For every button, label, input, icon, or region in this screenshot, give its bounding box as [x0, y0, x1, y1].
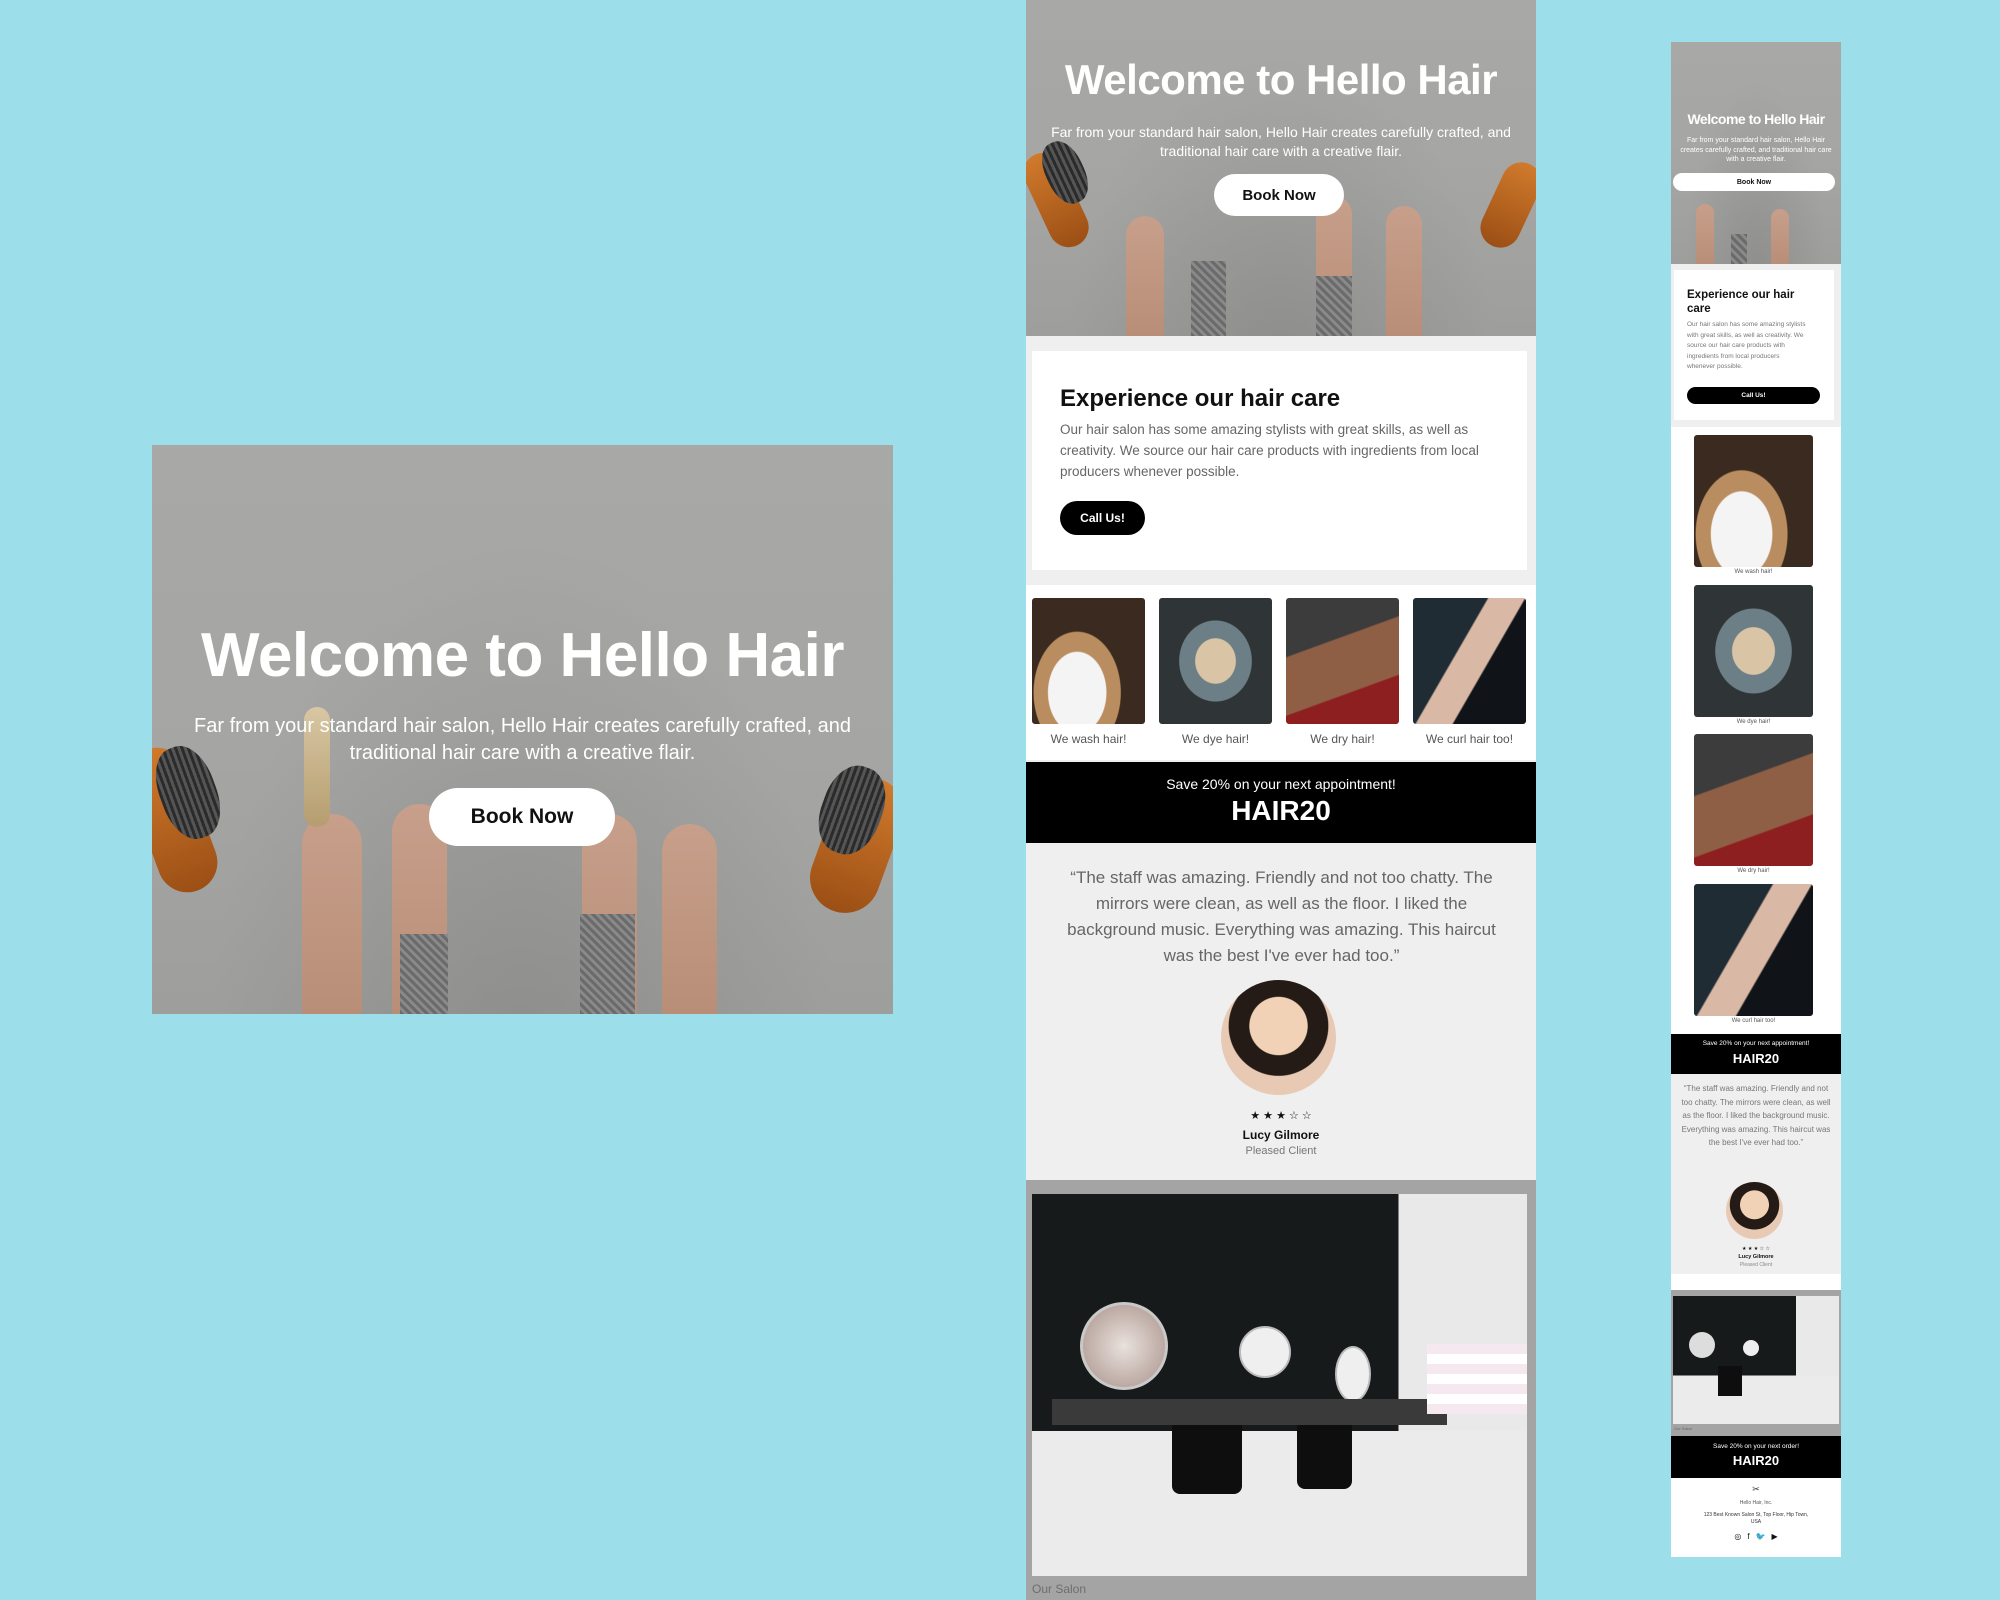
promo-text: Save 20% on your next order!	[1713, 1443, 1799, 1450]
services-stack: We wash hair! We dye hair! We dry hair! …	[1671, 427, 1841, 1037]
testimonial-section: “The staff was amazing. Friendly and not…	[1026, 843, 1536, 1180]
footer: ✂ Hello Hair, Inc. 123 Best Known Salon …	[1671, 1478, 1841, 1557]
tablet-preview: Welcome to Hello Hair Far from your stan…	[1026, 0, 1536, 1600]
sleeve-image	[580, 914, 635, 1014]
hairbrush-image	[1473, 155, 1536, 255]
book-now-button[interactable]: Book Now	[1673, 173, 1835, 191]
footer-social: ◎ f 🐦 ▶	[1671, 1532, 1841, 1541]
about-body: Our hair salon has some amazing stylists…	[1687, 321, 1806, 370]
sleeve-image	[1316, 276, 1352, 336]
hero-subtitle: Far from your standard hair salon, Hello…	[1051, 124, 1511, 159]
service-caption: We dry hair!	[1737, 868, 1770, 874]
gallery-caption: Our Salon	[1032, 1582, 1087, 1596]
curl-photo	[1694, 884, 1813, 1016]
hero-subtitle: Far from your standard hair salon, Hello…	[194, 715, 851, 764]
counter-image	[1052, 1399, 1447, 1425]
hand-image	[1386, 206, 1422, 336]
tablet-hero: Welcome to Hello Hair Far from your stan…	[1026, 0, 1536, 336]
footer-company: Hello Hair, Inc.	[1739, 1500, 1773, 1506]
dye-photo	[1694, 585, 1813, 717]
youtube-icon[interactable]: ▶	[1772, 1532, 1778, 1541]
client-role: Pleased Client	[1739, 1262, 1773, 1268]
hand-image	[1696, 204, 1714, 264]
promo-code: HAIR20	[1732, 1453, 1780, 1468]
salon-chair-image	[1297, 1419, 1352, 1489]
services-strip: We wash hair! We dye hair! We dry hair! …	[1026, 585, 1536, 760]
sleeve-image	[1731, 234, 1747, 264]
testimonial-section: “The staff was amazing. Friendly and not…	[1671, 1074, 1841, 1274]
service-caption: We curl hair too!	[1425, 732, 1514, 746]
client-name: Lucy Gilmore	[1242, 1128, 1320, 1142]
mobile-hero: Welcome to Hello Hair Far from your stan…	[1671, 42, 1841, 264]
about-card: Experience our hair care Our hair salon …	[1032, 351, 1527, 570]
service-caption: We dry hair!	[1310, 732, 1375, 746]
rating-stars: ★ ★ ★ ☆ ☆	[1250, 1110, 1312, 1122]
mirror-image	[1335, 1346, 1371, 1402]
mirror-image	[1080, 1302, 1168, 1390]
rating-stars: ★ ★ ★ ☆ ☆	[1742, 1246, 1770, 1252]
about-body: Our hair salon has some amazing stylists…	[1060, 422, 1479, 479]
twitter-icon[interactable]: 🐦	[1756, 1532, 1766, 1541]
salon-photo	[1673, 1296, 1839, 1424]
client-role: Pleased Client	[1245, 1145, 1317, 1157]
promo-code: HAIR20	[1231, 795, 1331, 826]
scissors-logo-icon: ✂	[1752, 1484, 1760, 1494]
shelf-image	[1427, 1344, 1527, 1414]
book-now-button[interactable]: Book Now	[429, 788, 615, 846]
wash-photo	[1694, 435, 1813, 567]
hero-title: Welcome to Hello Hair	[1064, 56, 1498, 103]
client-name: Lucy Gilmore	[1738, 1254, 1774, 1260]
sleeve-image	[1191, 261, 1226, 336]
service-caption: We curl hair too!	[1731, 1018, 1776, 1024]
promo-code: HAIR20	[1732, 1051, 1780, 1066]
call-us-button[interactable]: Call Us!	[1060, 501, 1145, 535]
salon-photo	[1032, 1194, 1527, 1576]
client-avatar	[1221, 980, 1336, 1095]
curl-photo	[1413, 598, 1526, 724]
hero-title: Welcome to Hello Hair	[201, 621, 844, 690]
mobile-preview: Welcome to Hello Hair Far from your stan…	[1671, 42, 1841, 1557]
facebook-icon[interactable]: f	[1747, 1532, 1749, 1541]
promo-banner-2: Save 20% on your next order! HAIR20	[1671, 1436, 1841, 1478]
mirror-image	[1689, 1332, 1715, 1358]
about-card: Experience our hair care Our hair salon …	[1674, 270, 1834, 420]
gallery-section: Our Salon	[1026, 1180, 1536, 1600]
mirror-image	[1239, 1326, 1291, 1378]
promo-banner: Save 20% on your next appointment! HAIR2…	[1671, 1034, 1841, 1074]
salon-chair-image	[1718, 1366, 1742, 1396]
desktop-hero: Welcome to Hello Hair Far from your stan…	[152, 445, 893, 1014]
call-us-button[interactable]: Call Us!	[1687, 387, 1820, 404]
hand-image	[1771, 209, 1789, 264]
wash-photo	[1032, 598, 1145, 724]
sleeve-image	[400, 934, 448, 1014]
dry-photo	[1286, 598, 1399, 724]
service-caption: We wash hair!	[1734, 569, 1773, 575]
service-caption: We dye hair!	[1181, 732, 1250, 746]
promo-text: Save 20% on your next appointment!	[1702, 1040, 1810, 1047]
client-avatar	[1726, 1182, 1783, 1239]
promo-text: Save 20% on your next appointment!	[1166, 776, 1396, 792]
hero-title: Welcome to Hello Hair	[1687, 111, 1825, 127]
hand-image	[1126, 216, 1164, 336]
about-heading: Experience our hair care	[1687, 289, 1795, 315]
dry-photo	[1694, 734, 1813, 866]
hero-subtitle: Far from your standard hair salon, Hello…	[1680, 137, 1832, 163]
testimonial-quote: “The staff was amazing. Friendly and not…	[1681, 1084, 1831, 1147]
hand-image	[662, 824, 717, 1014]
hand-image	[302, 814, 362, 1014]
about-heading: Experience our hair care	[1060, 385, 1341, 412]
mirror-image	[1743, 1340, 1759, 1356]
instagram-icon[interactable]: ◎	[1734, 1532, 1741, 1541]
gallery-section: Our Salon	[1671, 1290, 1841, 1436]
service-caption: We wash hair!	[1050, 732, 1127, 746]
promo-banner: Save 20% on your next appointment! HAIR2…	[1026, 762, 1536, 843]
book-now-button[interactable]: Book Now	[1214, 174, 1344, 216]
service-caption: We dye hair!	[1736, 719, 1771, 725]
dye-photo	[1159, 598, 1272, 724]
footer-address: 123 Best Known Salon St, Top Floor, Hip …	[1703, 1512, 1809, 1525]
testimonial-quote: “The staff was amazing. Friendly and not…	[1067, 868, 1496, 965]
gallery-caption: Our Salon	[1674, 1426, 1693, 1431]
